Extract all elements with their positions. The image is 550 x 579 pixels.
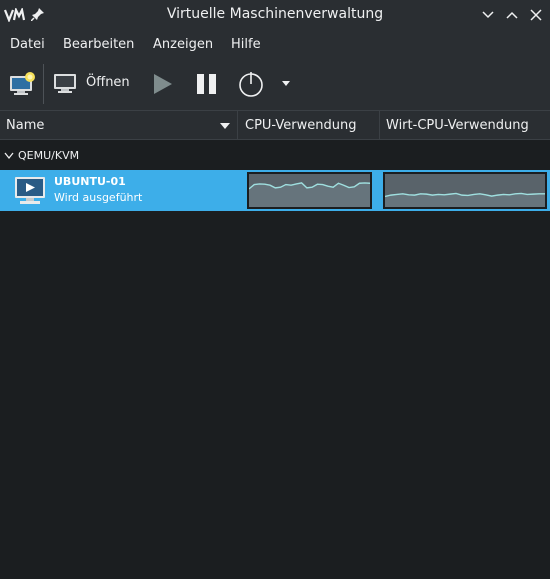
- minimize-icon[interactable]: [479, 6, 497, 24]
- cpu-usage-graph: [247, 172, 372, 209]
- connection-label: QEMU/KVM: [18, 149, 80, 162]
- power-icon[interactable]: [237, 70, 265, 98]
- open-button[interactable]: Öffnen: [52, 70, 134, 98]
- pause-icon[interactable]: [193, 70, 221, 98]
- pin-icon[interactable]: [31, 7, 45, 21]
- menu-hilfe[interactable]: Hilfe: [231, 37, 261, 52]
- column-host-cpu[interactable]: Wirt-CPU-Verwendung: [380, 111, 550, 140]
- column-cpu[interactable]: CPU-Verwendung: [238, 111, 380, 140]
- vm-name: UBUNTU-01: [54, 175, 126, 188]
- vm-monitor-icon: [15, 177, 45, 204]
- close-icon[interactable]: [527, 6, 545, 24]
- column-name[interactable]: Name: [0, 111, 238, 140]
- menu-bearbeiten[interactable]: Bearbeiten: [63, 37, 134, 52]
- vm-status: Wird ausgeführt: [54, 191, 143, 204]
- play-icon[interactable]: [150, 70, 176, 98]
- connection-row[interactable]: QEMU/KVM: [0, 144, 550, 166]
- maximize-icon[interactable]: [503, 6, 521, 24]
- chevron-down-icon[interactable]: [4, 152, 14, 160]
- window-title: Virtuelle Maschinenverwaltung: [166, 6, 384, 22]
- sort-descending-icon[interactable]: [220, 122, 230, 130]
- new-vm-icon[interactable]: [8, 71, 36, 97]
- host-cpu-usage-graph: [383, 172, 547, 209]
- menu-datei[interactable]: Datei: [10, 37, 45, 52]
- column-cpu-label: CPU-Verwendung: [245, 118, 357, 133]
- toolbar: Öffnen: [0, 58, 550, 110]
- vm-row[interactable]: UBUNTU-01 Wird ausgeführt: [0, 170, 550, 211]
- open-button-label: Öffnen: [86, 75, 130, 90]
- chevron-down-icon[interactable]: [279, 76, 293, 90]
- title-bar: Virtuelle Maschinenverwaltung: [0, 0, 550, 30]
- column-host-cpu-label: Wirt-CPU-Verwendung: [386, 118, 529, 133]
- menu-anzeigen[interactable]: Anzeigen: [153, 37, 213, 52]
- menu-bar: Datei Bearbeiten Anzeigen Hilfe: [0, 30, 550, 58]
- app-logo: [4, 8, 26, 22]
- toolbar-separator: [43, 64, 44, 104]
- monitor-icon: [54, 74, 76, 93]
- column-header: Name CPU-Verwendung Wirt-CPU-Verwendung: [0, 110, 550, 140]
- column-name-label: Name: [6, 118, 45, 133]
- vm-list: QEMU/KVM UBUNTU-01 Wird ausgeführt: [0, 140, 550, 579]
